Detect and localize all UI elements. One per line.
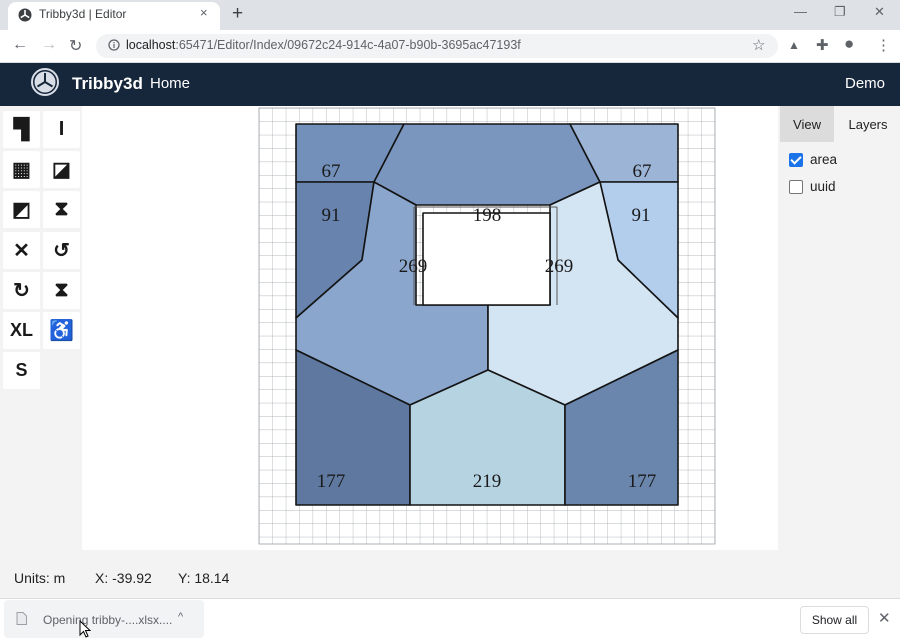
tab-view[interactable]: View [780, 106, 834, 142]
toilet-tool[interactable]: ♿ [43, 312, 80, 349]
download-options-chevron-icon[interactable]: ^ [178, 611, 183, 623]
split-room-tool[interactable]: ◪ [43, 151, 80, 189]
back-arrow-icon[interactable]: ← [12, 36, 28, 54]
url-path: :65471/Editor/Index/09672c24-914c-4a07-b… [175, 38, 521, 52]
y-coordinate-readout: Y: 18.14 [178, 570, 230, 586]
area-checkbox[interactable] [789, 153, 803, 167]
url-text: localhost:65471/Editor/Index/09672c24-91… [126, 38, 521, 52]
forward-arrow-icon[interactable]: → [41, 36, 57, 54]
reload-icon[interactable]: ↻ [69, 36, 82, 56]
tab-close-icon[interactable]: × [200, 5, 208, 20]
mouse-cursor-icon [79, 620, 91, 638]
wall-corner-tool[interactable]: ▜ [3, 111, 40, 148]
file-icon [16, 612, 27, 625]
view-panel [778, 106, 900, 550]
close-download-shelf-icon[interactable]: ✕ [878, 609, 891, 627]
url-host: localhost [126, 38, 176, 52]
minimize-window-icon[interactable]: — [794, 4, 807, 19]
area-label-core-top: 198 [473, 205, 502, 226]
browser-tab-title: Tribby3d | Editor [39, 7, 127, 21]
profile-avatar-icon[interactable]: ● [844, 34, 854, 54]
nav-user-link[interactable]: Demo [845, 75, 885, 92]
rotate-cw-tool[interactable]: ↻ [3, 271, 40, 309]
wall-vertical-tool[interactable]: I [43, 111, 80, 148]
show-all-downloads-button[interactable]: Show all [800, 606, 869, 634]
info-icon[interactable] [108, 39, 120, 51]
area-label-bottom-right: 177 [628, 471, 657, 492]
app-brand[interactable]: Tribby3d [72, 74, 143, 94]
bookmark-star-icon[interactable]: ☆ [752, 36, 765, 54]
uuid-checkbox-label: uuid [810, 179, 836, 194]
units-readout: Units: m [14, 570, 66, 586]
download-filename: Opening tribby-....xlsx.... [43, 613, 173, 627]
tribby-favicon-icon [18, 8, 32, 22]
brick-wall-tool[interactable]: ▦ [3, 151, 40, 189]
merge-area-tool[interactable]: ◩ [3, 191, 40, 229]
area-label-upper-right: 91 [632, 205, 651, 226]
rotate-ccw-tool[interactable]: ↺ [43, 231, 80, 269]
nav-home-link[interactable]: Home [150, 75, 190, 92]
area-label-bottom-left: 177 [317, 471, 346, 492]
restore-window-icon[interactable]: ❐ [834, 4, 846, 20]
tab-layers[interactable]: Layers [836, 106, 900, 142]
area-checkbox-label: area [810, 152, 838, 167]
tribby-logo-icon[interactable] [30, 67, 60, 97]
area-label-bottom-center: 219 [473, 471, 502, 492]
uuid-checkbox[interactable] [789, 180, 803, 194]
delete-tool[interactable]: ✕ [3, 231, 40, 269]
area-label-top-left: 67 [322, 161, 341, 182]
export-xl-tool[interactable]: XL [3, 312, 40, 349]
drive-icon[interactable]: ▲ [788, 38, 800, 52]
area-label-core-right: 269 [545, 256, 574, 277]
extensions-puzzle-icon[interactable]: ✚ [816, 36, 829, 54]
save-tool[interactable]: S [3, 352, 40, 390]
close-window-icon[interactable]: ✕ [874, 4, 885, 20]
area-label-top-right: 67 [633, 161, 652, 182]
flip-vertical-tool[interactable]: ⧗ [43, 271, 80, 309]
insert-section-tool[interactable]: ⧗ [43, 191, 80, 229]
x-coordinate-readout: X: -39.92 [95, 570, 152, 586]
room-top-center[interactable] [373, 123, 601, 206]
floorplan-drawing[interactable]: 67 67 91 91 198 269 269 177 219 177 [82, 106, 778, 550]
area-label-upper-left: 91 [322, 205, 341, 226]
core-void [422, 212, 551, 306]
new-tab-icon[interactable]: + [232, 3, 243, 25]
area-label-core-left: 269 [399, 256, 428, 277]
browser-menu-icon[interactable]: ⋮ [876, 36, 891, 54]
